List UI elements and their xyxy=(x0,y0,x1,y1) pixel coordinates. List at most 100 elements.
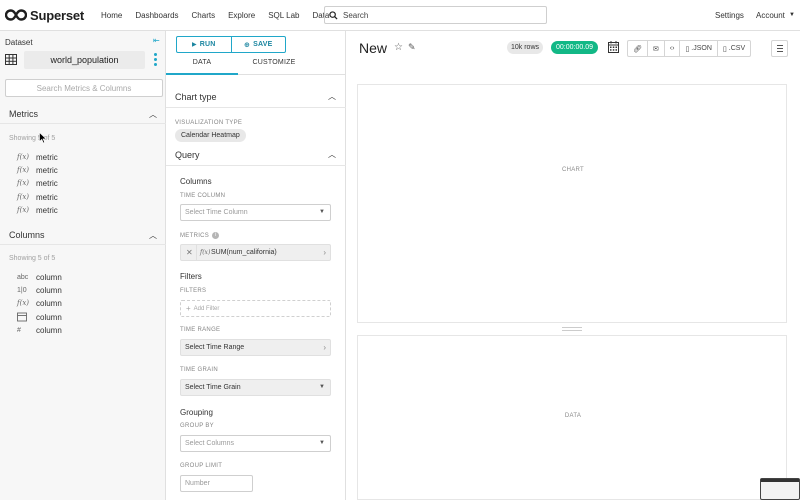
csv-label: .CSV xyxy=(728,45,746,52)
query-header-label: Query xyxy=(175,150,200,160)
metrics-columns-search-input[interactable]: Search Metrics & Columns xyxy=(5,79,163,97)
function-icon: f(x) xyxy=(17,299,30,307)
email-icon[interactable]: ✉ xyxy=(646,41,664,56)
dataset-menu-icon[interactable] xyxy=(154,53,157,66)
add-filter-button[interactable]: + Add Filter xyxy=(180,300,331,317)
remove-icon[interactable]: ✕ xyxy=(186,248,193,257)
tab-customize[interactable]: CUSTOMIZE xyxy=(238,59,310,66)
chart-type-section-header[interactable]: Chart type ︿ xyxy=(166,86,346,108)
time-range-value: Select Time Range xyxy=(185,344,245,351)
run-button[interactable]: ▶ RUN xyxy=(177,37,231,52)
chart-placeholder: CHART xyxy=(561,167,585,173)
plus-circle-icon: ⊕ xyxy=(244,41,251,49)
nav-account[interactable]: Account xyxy=(756,11,785,20)
nav-home[interactable]: Home xyxy=(101,11,122,20)
metrics-section-header[interactable]: Metrics ︿ xyxy=(0,104,166,124)
chart-title[interactable]: New xyxy=(359,40,387,56)
control-panel: ▶ RUN ⊕ SAVE DATA CUSTOMIZE Chart type ︿ V… xyxy=(166,31,346,500)
nav-explore[interactable]: Explore xyxy=(228,11,255,20)
tab-data[interactable]: DATA xyxy=(166,59,238,66)
resize-handle[interactable] xyxy=(562,327,582,331)
caret-down-icon: ▼ xyxy=(319,440,325,446)
metrics-caption-text: METRICS xyxy=(180,233,210,240)
metric-chip-label: SUM(num_california) xyxy=(211,249,277,256)
nav-sql-lab[interactable]: SQL Lab xyxy=(268,11,299,20)
play-icon: ▶ xyxy=(191,42,197,48)
column-label: column xyxy=(36,272,62,282)
time-grain-caption: TIME GRAIN xyxy=(180,367,219,373)
dataset-panel-title: Dataset xyxy=(5,38,33,47)
active-tab-indicator xyxy=(166,73,238,75)
chevron-up-icon[interactable]: ︿ xyxy=(149,230,157,241)
row-count-badge: 10k rows xyxy=(507,41,544,54)
nav-charts[interactable]: Charts xyxy=(192,11,216,20)
column-item[interactable]: # column xyxy=(17,324,62,336)
column-item[interactable]: column xyxy=(17,311,62,323)
group-by-placeholder: Select Columns xyxy=(185,440,235,447)
chevron-up-icon[interactable]: ︿ xyxy=(328,149,336,160)
column-item[interactable]: f(x) column xyxy=(17,297,62,309)
time-range-select[interactable]: Select Time Range › xyxy=(180,339,331,356)
columns-section-header[interactable]: Columns ︿ xyxy=(0,225,166,245)
filters-caption: FILTERS xyxy=(180,288,207,294)
export-csv-button[interactable]: ▯ .CSV xyxy=(716,41,750,56)
collapse-panel-icon[interactable]: ⇤ xyxy=(153,37,161,45)
group-limit-input[interactable]: Number xyxy=(180,475,253,492)
metric-item[interactable]: f(x) metric xyxy=(17,164,58,176)
more-menu-icon[interactable] xyxy=(771,40,788,57)
filters-subtitle: Filters xyxy=(180,272,202,281)
dataset-panel: Dataset ⇤ world_population Search Metric… xyxy=(0,31,166,500)
chevron-up-icon[interactable]: ︿ xyxy=(328,91,336,102)
calendar-icon xyxy=(17,312,27,322)
run-save-group: ▶ RUN ⊕ SAVE xyxy=(176,36,286,53)
time-grain-value: Select Time Grain xyxy=(185,384,241,391)
time-column-select[interactable]: Select Time Column ▼ xyxy=(180,204,331,221)
nav-dashboards[interactable]: Dashboards xyxy=(135,11,178,20)
column-label: column xyxy=(36,285,62,295)
caret-down-icon[interactable]: ▼ xyxy=(789,12,795,18)
link-icon[interactable]: 🔗︎ xyxy=(628,41,647,56)
metric-item[interactable]: f(x) metric xyxy=(17,177,58,189)
column-label: column xyxy=(36,312,62,322)
calendar-icon[interactable] xyxy=(608,41,619,53)
function-icon: f(x) xyxy=(17,166,30,174)
mouse-cursor-icon xyxy=(39,132,47,144)
metric-item[interactable]: f(x) metric xyxy=(17,191,58,203)
export-toolbar: 🔗︎ ✉ ‹› ▯ .JSON ▯ .CSV xyxy=(627,40,752,57)
columns-count: Showing 5 of 5 xyxy=(9,255,56,262)
metric-item[interactable]: f(x) metric xyxy=(17,204,58,216)
time-grain-select[interactable]: Select Time Grain ▼ xyxy=(180,379,331,396)
embed-code-icon[interactable]: ‹› xyxy=(663,41,680,56)
star-icon[interactable]: ☆ xyxy=(394,42,403,53)
edit-icon[interactable]: ✎ xyxy=(408,42,416,53)
viz-type-pill[interactable]: Calendar Heatmap xyxy=(175,129,246,142)
metric-label: metric xyxy=(36,205,58,215)
chart-container xyxy=(357,84,787,323)
global-search-input[interactable]: Search xyxy=(324,6,547,24)
brand[interactable]: Superset xyxy=(5,8,84,23)
export-json-button[interactable]: ▯ .JSON xyxy=(679,41,716,56)
caret-down-icon: ▼ xyxy=(319,209,325,215)
query-section-header[interactable]: Query ︿ xyxy=(166,144,346,166)
dataset-name[interactable]: world_population xyxy=(24,51,145,69)
column-item[interactable]: 1|0 column xyxy=(17,284,62,296)
metric-label: metric xyxy=(36,178,58,188)
top-navbar: Superset Home Dashboards Charts Explore … xyxy=(0,0,800,31)
info-icon[interactable]: i xyxy=(212,232,220,239)
chevron-up-icon[interactable]: ︿ xyxy=(149,109,157,120)
group-by-select[interactable]: Select Columns ▼ xyxy=(180,435,331,452)
column-item[interactable]: abc column xyxy=(17,271,62,283)
function-icon: f(x) xyxy=(200,249,211,256)
metric-item[interactable]: f(x) metric xyxy=(17,151,58,163)
superset-logo-icon xyxy=(5,9,27,21)
metric-chip[interactable]: ✕ f(x) SUM(num_california) › xyxy=(180,244,331,261)
metric-label: metric xyxy=(36,152,58,162)
save-label: SAVE xyxy=(253,41,273,48)
metrics-count: Showing 5 of 5 xyxy=(9,135,56,142)
search-placeholder: Search xyxy=(343,10,369,20)
search-icon xyxy=(329,10,338,20)
save-button[interactable]: ⊕ SAVE xyxy=(230,37,286,52)
grouping-subtitle: Grouping xyxy=(180,408,213,417)
chart-type-header-label: Chart type xyxy=(175,92,217,102)
nav-settings[interactable]: Settings xyxy=(715,11,744,20)
